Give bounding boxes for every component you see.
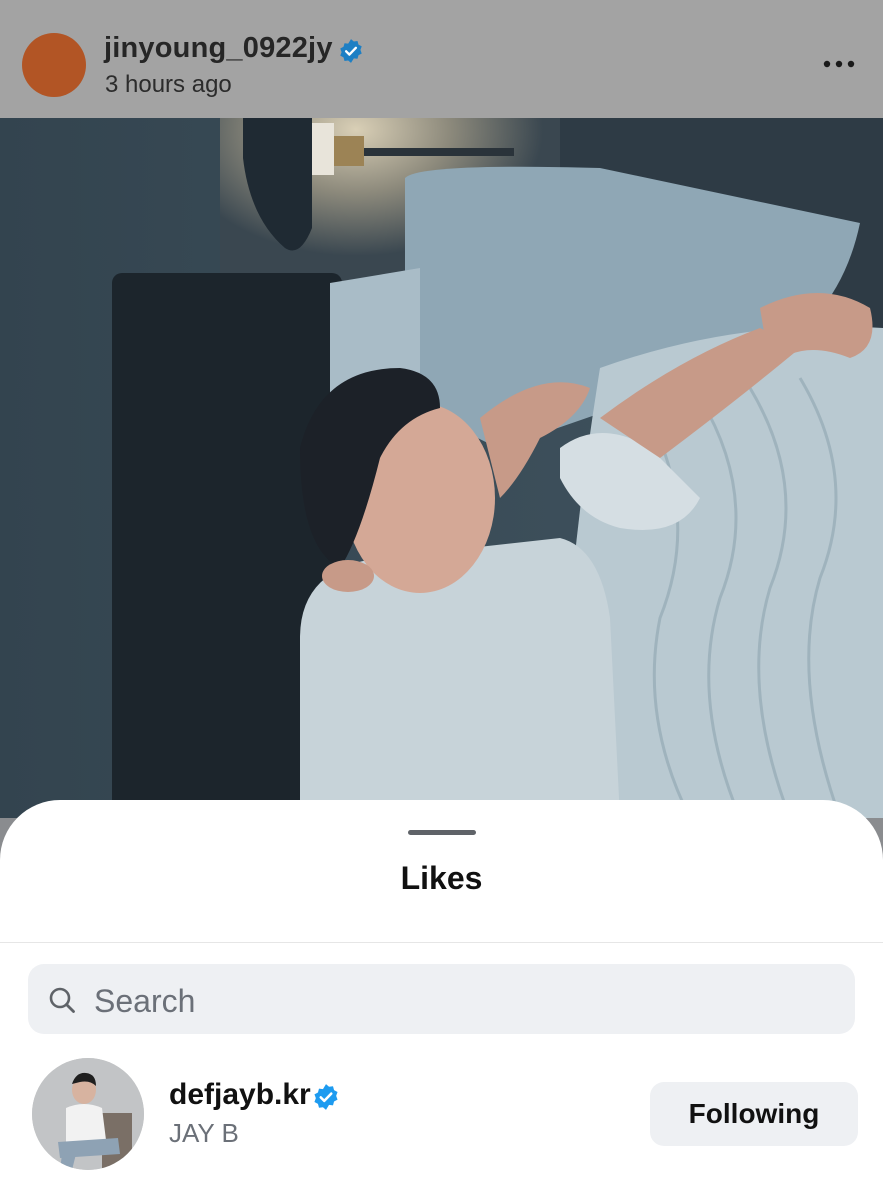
verified-badge-icon	[340, 39, 362, 63]
sheet-grabber[interactable]	[408, 830, 476, 835]
likes-sheet: Likes defjayb.kr JAY B Following	[0, 800, 883, 1200]
sheet-title: Likes	[400, 860, 483, 896]
user-full-name: JAY B	[169, 1118, 239, 1148]
post-photo[interactable]	[0, 118, 883, 818]
search-input[interactable]	[92, 972, 796, 1030]
post-header: jinyoung_0922jy 3 hours ago	[0, 0, 883, 118]
avatar[interactable]	[32, 1058, 144, 1170]
verified-badge-icon	[314, 1084, 338, 1110]
search-icon	[49, 987, 75, 1013]
avatar[interactable]	[22, 33, 86, 97]
list-item[interactable]: defjayb.kr JAY B Following	[0, 1050, 883, 1180]
user-username[interactable]: defjayb.kr	[169, 1078, 311, 1112]
following-button[interactable]: Following	[650, 1082, 858, 1146]
more-options-icon[interactable]	[820, 52, 860, 76]
post-timestamp: 3 hours ago	[105, 71, 232, 98]
divider	[0, 942, 883, 943]
post-username[interactable]: jinyoung_0922jy	[104, 32, 333, 65]
